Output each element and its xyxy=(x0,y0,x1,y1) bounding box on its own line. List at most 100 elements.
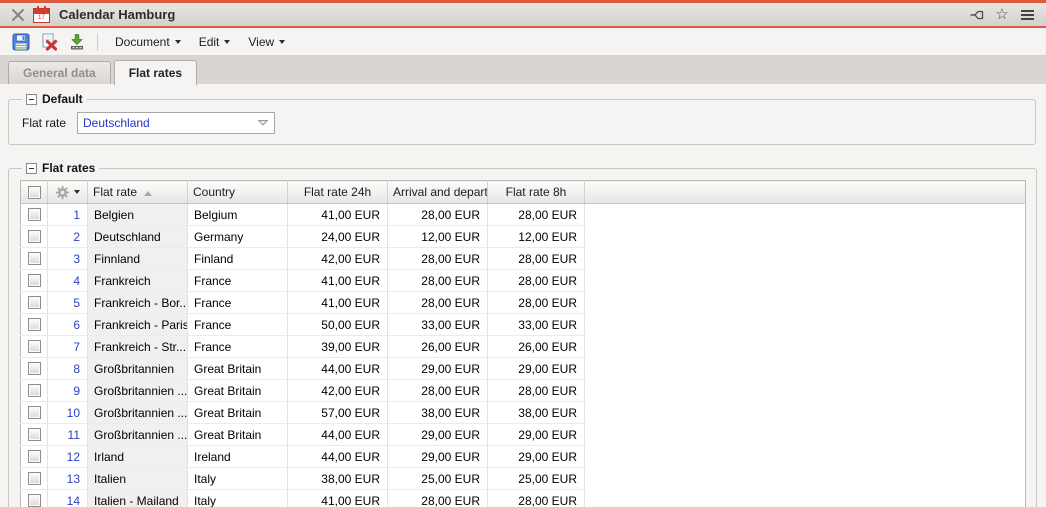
flat-rates-section-legend: Flat rates xyxy=(22,161,99,175)
row-checkbox[interactable] xyxy=(28,340,41,353)
cell-arrival-departure: 29,00 EUR xyxy=(388,424,488,446)
cell-country: Great Britain xyxy=(188,402,288,424)
menu-edit[interactable]: Edit xyxy=(190,32,240,52)
cell-rate-8h: 29,00 EUR xyxy=(488,446,585,468)
cell-rate-24h: 42,00 EUR xyxy=(288,380,388,402)
flat-rate-combobox-value: Deutschland xyxy=(78,116,252,130)
table-row[interactable]: 11 Großbritannien ... Great Britain 44,0… xyxy=(21,424,1026,446)
row-filler xyxy=(585,380,1026,402)
row-number: 3 xyxy=(48,248,88,270)
cell-flat-rate: Deutschland xyxy=(88,226,188,248)
row-checkbox[interactable] xyxy=(28,450,41,463)
table-row[interactable]: 4 Frankreich France 41,00 EUR 28,00 EUR … xyxy=(21,270,1026,292)
cell-country: France xyxy=(188,292,288,314)
tab-flat-rates[interactable]: Flat rates xyxy=(114,60,197,85)
flat-rates-section-title: Flat rates xyxy=(42,161,95,175)
select-all-checkbox[interactable] xyxy=(28,186,41,199)
star-icon[interactable]: ☆ xyxy=(993,6,1011,24)
row-checkbox[interactable] xyxy=(28,252,41,265)
column-header-rate-24h[interactable]: Flat rate 24h xyxy=(288,181,388,204)
cell-arrival-departure: 33,00 EUR xyxy=(388,314,488,336)
flat-rates-table: Flat rate Country Flat rate 24h Arrival … xyxy=(20,180,1026,507)
collapse-icon[interactable] xyxy=(26,94,37,105)
menu-view[interactable]: View xyxy=(239,32,294,52)
chevron-down-icon xyxy=(74,190,80,194)
table-row[interactable]: 2 Deutschland Germany 24,00 EUR 12,00 EU… xyxy=(21,226,1026,248)
cell-country: France xyxy=(188,336,288,358)
cell-rate-8h: 28,00 EUR xyxy=(488,380,585,402)
chevron-down-icon xyxy=(224,40,230,44)
table-row[interactable]: 10 Großbritannien ... Great Britain 57,0… xyxy=(21,402,1026,424)
cell-rate-24h: 44,00 EUR xyxy=(288,358,388,380)
cell-country: Great Britain xyxy=(188,380,288,402)
discard-button[interactable] xyxy=(37,31,61,53)
row-checkbox-cell xyxy=(21,402,48,424)
table-row[interactable]: 7 Frankreich - Str... France 39,00 EUR 2… xyxy=(21,336,1026,358)
table-row[interactable]: 3 Finnland Finland 42,00 EUR 28,00 EUR 2… xyxy=(21,248,1026,270)
row-filler xyxy=(585,248,1026,270)
cell-country: Germany xyxy=(188,226,288,248)
table-row[interactable]: 13 Italien Italy 38,00 EUR 25,00 EUR 25,… xyxy=(21,468,1026,490)
collapse-icon[interactable] xyxy=(26,163,37,174)
default-section: Default Flat rate Deutschland xyxy=(8,92,1036,145)
cell-flat-rate: Frankreich - Bor... xyxy=(88,292,188,314)
toolbar-separator xyxy=(97,33,98,51)
row-filler xyxy=(585,358,1026,380)
table-row[interactable]: 6 Frankreich - Paris France 50,00 EUR 33… xyxy=(21,314,1026,336)
row-filler xyxy=(585,226,1026,248)
row-checkbox[interactable] xyxy=(28,362,41,375)
table-row[interactable]: 5 Frankreich - Bor... France 41,00 EUR 2… xyxy=(21,292,1026,314)
table-row[interactable]: 12 Irland Ireland 44,00 EUR 29,00 EUR 29… xyxy=(21,446,1026,468)
cell-flat-rate: Belgien xyxy=(88,204,188,226)
cell-arrival-departure: 26,00 EUR xyxy=(388,336,488,358)
combobox-chevron-icon[interactable] xyxy=(252,113,274,133)
row-checkbox[interactable] xyxy=(28,428,41,441)
cell-flat-rate: Irland xyxy=(88,446,188,468)
table-row[interactable]: 1 Belgien Belgium 41,00 EUR 28,00 EUR 28… xyxy=(21,204,1026,226)
table-row[interactable]: 9 Großbritannien ... Great Britain 42,00… xyxy=(21,380,1026,402)
row-number: 7 xyxy=(48,336,88,358)
cell-flat-rate: Frankreich - Str... xyxy=(88,336,188,358)
cell-flat-rate: Großbritannien xyxy=(88,358,188,380)
column-header-label: Flat rate xyxy=(93,185,137,199)
row-checkbox[interactable] xyxy=(28,296,41,309)
cell-arrival-departure: 28,00 EUR xyxy=(388,490,488,507)
save-button[interactable] xyxy=(9,31,33,53)
row-checkbox[interactable] xyxy=(28,494,41,507)
close-icon[interactable] xyxy=(10,7,26,23)
row-checkbox[interactable] xyxy=(28,230,41,243)
row-checkbox[interactable] xyxy=(28,318,41,331)
column-header-flat-rate[interactable]: Flat rate xyxy=(88,181,188,204)
content-area: Default Flat rate Deutschland Flat rates xyxy=(0,84,1046,507)
cell-rate-24h: 41,00 EUR xyxy=(288,204,388,226)
menu-document[interactable]: Document xyxy=(106,32,190,52)
cell-rate-24h: 38,00 EUR xyxy=(288,468,388,490)
cell-rate-8h: 25,00 EUR xyxy=(488,468,585,490)
pin-icon[interactable] xyxy=(968,6,986,24)
row-checkbox[interactable] xyxy=(28,472,41,485)
import-button[interactable] xyxy=(65,31,89,53)
table-row[interactable]: 14 Italien - Mailand Italy 41,00 EUR 28,… xyxy=(21,490,1026,507)
row-checkbox[interactable] xyxy=(28,406,41,419)
menu-icon[interactable] xyxy=(1018,6,1036,24)
default-section-title: Default xyxy=(42,92,83,106)
page-title: Calendar Hamburg xyxy=(59,7,175,22)
cell-rate-8h: 28,00 EUR xyxy=(488,270,585,292)
cell-country: Ireland xyxy=(188,446,288,468)
row-checkbox[interactable] xyxy=(28,274,41,287)
row-checkbox-cell xyxy=(21,490,48,507)
cell-rate-8h: 29,00 EUR xyxy=(488,358,585,380)
row-checkbox-cell xyxy=(21,468,48,490)
flat-rate-combobox[interactable]: Deutschland xyxy=(77,112,275,134)
column-header-rate-8h[interactable]: Flat rate 8h xyxy=(488,181,585,204)
row-checkbox[interactable] xyxy=(28,384,41,397)
row-filler xyxy=(585,314,1026,336)
grid-settings-button[interactable] xyxy=(53,185,82,200)
row-checkbox[interactable] xyxy=(28,208,41,221)
cell-flat-rate: Großbritannien ... xyxy=(88,402,188,424)
tab-general-data[interactable]: General data xyxy=(8,61,111,84)
column-header-country[interactable]: Country xyxy=(188,181,288,204)
import-icon xyxy=(68,33,86,51)
column-header-arrival-departure[interactable]: Arrival and departu xyxy=(388,181,488,204)
table-row[interactable]: 8 Großbritannien Great Britain 44,00 EUR… xyxy=(21,358,1026,380)
